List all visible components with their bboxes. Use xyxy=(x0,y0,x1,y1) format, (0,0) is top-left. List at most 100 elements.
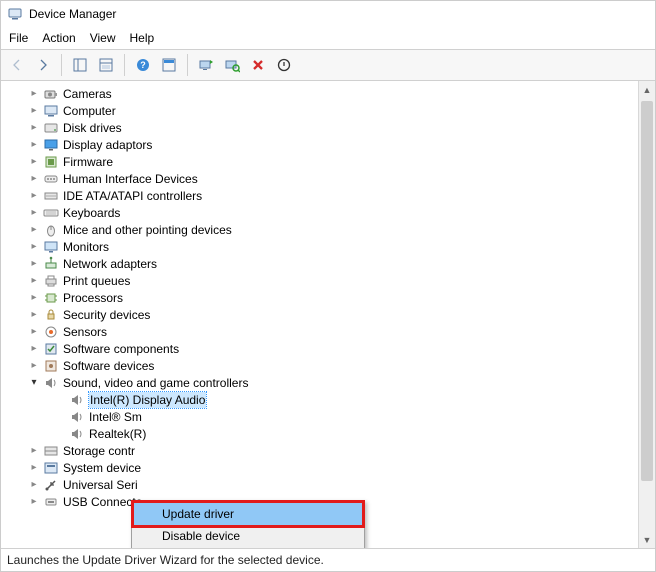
monitor-icon xyxy=(43,239,59,255)
tree-node[interactable]: ▸ Mice and other pointing devices xyxy=(11,222,655,238)
menu-view[interactable]: View xyxy=(90,31,116,45)
tree-node[interactable]: ▸ Monitors xyxy=(11,239,655,255)
sensor-icon xyxy=(43,324,59,340)
expand-icon[interactable]: ▸ xyxy=(27,325,41,339)
menu-action[interactable]: Action xyxy=(42,31,75,45)
usb-icon xyxy=(43,477,59,493)
system-icon xyxy=(43,460,59,476)
swcomp-icon xyxy=(43,341,59,357)
tree-node-label: Storage contr xyxy=(63,443,135,459)
expand-icon[interactable]: ▸ xyxy=(27,461,41,475)
collapse-icon[interactable]: ▾ xyxy=(27,376,41,390)
tree-node[interactable]: ▸Display adaptors xyxy=(11,137,655,153)
tree-node[interactable]: ▸ Storage contr xyxy=(11,443,655,459)
action-button[interactable] xyxy=(157,53,181,77)
expand-icon[interactable]: ▸ xyxy=(27,274,41,288)
vertical-scrollbar[interactable]: ▲ ▼ xyxy=(638,81,655,548)
uninstall-button[interactable] xyxy=(246,53,270,77)
tree-node[interactable]: ▸Disk drives xyxy=(11,120,655,136)
tree-node[interactable]: ▸Security devices xyxy=(11,307,655,323)
firmware-icon xyxy=(43,154,59,170)
expand-icon[interactable]: ▸ xyxy=(27,189,41,203)
toolbar-separator xyxy=(124,54,125,76)
update-driver-button[interactable] xyxy=(194,53,218,77)
expand-icon[interactable]: ▸ xyxy=(27,308,41,322)
sound-icon xyxy=(69,409,85,425)
device-tree[interactable]: ▸Cameras▸Computer▸Disk drives▸Display ad… xyxy=(1,81,655,548)
tree-node-label: Mice and other pointing devices xyxy=(63,222,232,238)
tree-node-label: Realtek(R) xyxy=(89,426,146,442)
expand-icon[interactable]: ▸ xyxy=(27,359,41,373)
expand-icon[interactable] xyxy=(53,427,67,441)
tree-node[interactable]: Intel® Sm xyxy=(11,409,655,425)
expand-icon[interactable]: ▸ xyxy=(27,104,41,118)
usbconn-icon xyxy=(43,494,59,510)
context-disable-device[interactable]: Disable device xyxy=(134,525,362,547)
expand-icon[interactable]: ▸ xyxy=(27,240,41,254)
scroll-down-arrow[interactable]: ▼ xyxy=(639,531,655,548)
tree-node-label: Monitors xyxy=(63,239,109,255)
tree-node[interactable]: Intel(R) Display Audio xyxy=(11,392,655,408)
expand-icon[interactable]: ▸ xyxy=(27,342,41,356)
expand-icon[interactable] xyxy=(53,393,67,407)
expand-icon[interactable]: ▸ xyxy=(27,478,41,492)
tree-node[interactable]: ▸Sensors xyxy=(11,324,655,340)
expand-icon[interactable]: ▸ xyxy=(27,444,41,458)
expand-icon[interactable]: ▸ xyxy=(27,121,41,135)
back-button[interactable] xyxy=(5,53,29,77)
tree-node-label: Intel(R) Display Audio xyxy=(89,392,206,408)
context-menu: Update driver Disable device Uninstall d… xyxy=(131,500,365,549)
tree-node[interactable]: ▸Software devices xyxy=(11,358,655,374)
tree-node[interactable]: ▸ Firmware xyxy=(11,154,655,170)
tree-node[interactable]: ▸Cameras xyxy=(11,86,655,102)
main-panel: ▸Cameras▸Computer▸Disk drives▸Display ad… xyxy=(1,81,655,549)
scroll-up-arrow[interactable]: ▲ xyxy=(639,81,655,98)
expand-icon[interactable]: ▸ xyxy=(27,223,41,237)
disable-button[interactable] xyxy=(272,53,296,77)
tree-node[interactable]: ▾Sound, video and game controllers xyxy=(11,375,655,391)
tree-node[interactable]: Realtek(R) xyxy=(11,426,655,442)
tree-node[interactable]: ▸Universal Seri xyxy=(11,477,655,493)
keyboard-icon xyxy=(43,205,59,221)
tree-node[interactable]: ▸Keyboards xyxy=(11,205,655,221)
menu-help[interactable]: Help xyxy=(130,31,155,45)
tree-node[interactable]: ▸IDE ATA/ATAPI controllers xyxy=(11,188,655,204)
expand-icon[interactable]: ▸ xyxy=(27,291,41,305)
toolbar-separator xyxy=(61,54,62,76)
help-button[interactable]: ? xyxy=(131,53,155,77)
menu-file[interactable]: File xyxy=(9,31,28,45)
sound-icon xyxy=(69,392,85,408)
tree-node-label: Human Interface Devices xyxy=(63,171,198,187)
tree-node[interactable]: ▸ Network adapters xyxy=(11,256,655,272)
context-update-driver[interactable]: Update driver xyxy=(134,503,362,525)
tree-node-label: Network adapters xyxy=(63,256,157,272)
expand-icon[interactable]: ▸ xyxy=(27,155,41,169)
expand-icon[interactable]: ▸ xyxy=(27,495,41,509)
computer-icon xyxy=(43,103,59,119)
scan-hardware-button[interactable] xyxy=(220,53,244,77)
context-uninstall-device[interactable]: Uninstall device xyxy=(134,547,362,549)
properties-button[interactable] xyxy=(94,53,118,77)
tree-node[interactable]: ▸Print queues xyxy=(11,273,655,289)
tree-node[interactable]: ▸ Processors xyxy=(11,290,655,306)
show-hide-tree-button[interactable] xyxy=(68,53,92,77)
tree-node-label: Processors xyxy=(63,290,123,306)
network-icon xyxy=(43,256,59,272)
tree-node-label: Intel® Sm xyxy=(89,409,142,425)
expand-icon[interactable]: ▸ xyxy=(27,206,41,220)
tree-node[interactable]: ▸Software components xyxy=(11,341,655,357)
tree-node[interactable]: ▸ Human Interface Devices xyxy=(11,171,655,187)
tree-node[interactable]: ▸Computer xyxy=(11,103,655,119)
tree-node-label: Firmware xyxy=(63,154,113,170)
expand-icon[interactable]: ▸ xyxy=(27,257,41,271)
expand-icon[interactable]: ▸ xyxy=(27,172,41,186)
scroll-thumb[interactable] xyxy=(641,101,653,481)
toolbar: ? xyxy=(1,49,655,81)
forward-button[interactable] xyxy=(31,53,55,77)
swdev-icon xyxy=(43,358,59,374)
expand-icon[interactable] xyxy=(53,410,67,424)
expand-icon[interactable]: ▸ xyxy=(27,138,41,152)
tree-node[interactable]: ▸System device xyxy=(11,460,655,476)
menu-bar: File Action View Help xyxy=(1,27,655,49)
expand-icon[interactable]: ▸ xyxy=(27,87,41,101)
